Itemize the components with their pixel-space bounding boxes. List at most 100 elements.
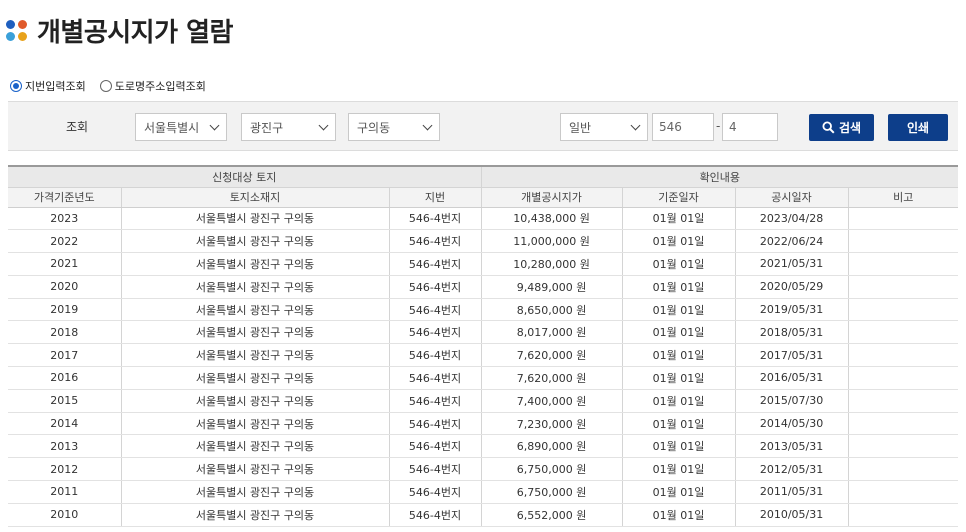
column-header-row: 가격기준년도 토지소재지 지번 개별공시지가 기준일자 공시일자 비고 <box>8 186 959 208</box>
radio-selected-icon[interactable] <box>10 80 22 92</box>
cell-base-date: 01월 01일 <box>621 343 736 368</box>
table-row: 2013 서울특별시 광진구 구의동 546-4번지 6,890,000 원 01월 0… <box>8 434 959 459</box>
cell-announce-date: 2016/05/31 <box>734 366 849 390</box>
cell-base-date: 01월 01일 <box>621 275 736 299</box>
chevron-down-icon <box>318 120 329 131</box>
cell-official-price: 10,280,000 원 <box>480 252 623 276</box>
print-button[interactable]: 인쇄 <box>888 114 948 141</box>
cell-location: 서울특별시 광진구 구의동 <box>120 298 389 322</box>
cell-lot-number: 546-4번지 <box>388 457 482 482</box>
sigungu-select-value: 광진구 <box>250 120 284 135</box>
title-dot <box>18 31 27 41</box>
radio-road-address-label: 도로명주소입력조회 <box>114 80 206 93</box>
cell-price-year: 2022 <box>8 229 121 254</box>
cell-base-date: 01월 01일 <box>621 503 736 527</box>
cell-base-date: 01월 01일 <box>621 229 736 254</box>
cell-price-year: 2016 <box>8 366 121 390</box>
group-header-confirmation: 확인내용 <box>480 165 959 187</box>
cell-announce-date: 2011/05/31 <box>734 480 849 504</box>
table-row: 2016 서울특별시 광진구 구의동 546-4번지 7,620,000 원 01월 0… <box>8 366 959 390</box>
land-type-select[interactable]: 일반 <box>560 113 648 141</box>
title-dot <box>6 19 15 29</box>
cell-base-date: 01월 01일 <box>621 412 736 436</box>
cell-remarks <box>847 298 959 322</box>
cell-official-price: 6,750,000 원 <box>480 480 623 504</box>
cell-announce-date: 2013/05/31 <box>734 434 849 459</box>
header-base-date: 기준일자 <box>621 186 736 208</box>
cell-announce-date: 2010/05/31 <box>734 503 849 527</box>
cell-lot-number: 546-4번지 <box>388 480 482 504</box>
cell-location: 서울특별시 광진구 구의동 <box>120 275 389 299</box>
cell-location: 서울특별시 광진구 구의동 <box>120 434 389 459</box>
table-body: 2023 서울특별시 광진구 구의동 546-4번지 10,438,000 원 01월 … <box>8 207 959 527</box>
title-dot <box>18 19 27 29</box>
sido-select[interactable]: 서울특별시 <box>135 113 227 141</box>
cell-announce-date: 2021/05/31 <box>734 252 849 276</box>
cell-base-date: 01월 01일 <box>621 389 736 413</box>
cell-official-price: 7,620,000 원 <box>480 343 623 368</box>
radio-road-address[interactable]: 도로명주소입력조회 <box>99 78 206 94</box>
title-dot <box>6 31 15 41</box>
cell-price-year: 2019 <box>8 298 121 322</box>
header-announce-date: 공시일자 <box>734 186 849 208</box>
cell-official-price: 10,438,000 원 <box>480 207 623 231</box>
radio-jibun[interactable]: 지번입력조회 <box>10 78 86 94</box>
bubun-input[interactable]: 4 <box>722 113 778 141</box>
cell-base-date: 01월 01일 <box>621 457 736 482</box>
cell-official-price: 7,620,000 원 <box>480 366 623 390</box>
cell-remarks <box>847 275 959 299</box>
cell-announce-date: 2020/05/29 <box>734 275 849 299</box>
cell-base-date: 01월 01일 <box>621 207 736 231</box>
land-type-select-value: 일반 <box>569 120 592 135</box>
cell-remarks <box>847 343 959 368</box>
cell-price-year: 2012 <box>8 457 121 482</box>
cell-official-price: 8,017,000 원 <box>480 320 623 345</box>
group-header-target-land: 신청대상 토지 <box>8 165 482 187</box>
cell-announce-date: 2019/05/31 <box>734 298 849 322</box>
cell-lot-number: 546-4번지 <box>388 252 482 276</box>
cell-price-year: 2020 <box>8 275 121 299</box>
cell-lot-number: 546-4번지 <box>388 298 482 322</box>
search-icon <box>822 121 835 134</box>
header-lot-number: 지번 <box>388 186 482 208</box>
cell-official-price: 7,230,000 원 <box>480 412 623 436</box>
cell-lot-number: 546-4번지 <box>388 434 482 459</box>
cell-lot-number: 546-4번지 <box>388 412 482 436</box>
cell-remarks <box>847 389 959 413</box>
cell-price-year: 2014 <box>8 412 121 436</box>
radio-jibun-label: 지번입력조회 <box>25 80 86 93</box>
cell-lot-number: 546-4번지 <box>388 207 482 231</box>
search-button[interactable]: 검색 <box>809 114 874 141</box>
bonbun-input[interactable]: 546 <box>652 113 714 141</box>
dong-select[interactable]: 구의동 <box>348 113 440 141</box>
bonbun-bubun-separator: - <box>716 119 721 133</box>
cell-official-price: 6,890,000 원 <box>480 434 623 459</box>
cell-location: 서울특별시 광진구 구의동 <box>120 207 389 231</box>
cell-announce-date: 2018/05/31 <box>734 320 849 345</box>
cell-official-price: 11,000,000 원 <box>480 229 623 254</box>
cell-lot-number: 546-4번지 <box>388 320 482 345</box>
table-row: 2011 서울특별시 광진구 구의동 546-4번지 6,750,000 원 01월 0… <box>8 480 959 504</box>
print-button-label: 인쇄 <box>906 121 930 135</box>
header-official-price: 개별공시지가 <box>480 186 623 208</box>
radio-unselected-icon[interactable] <box>99 80 112 92</box>
cell-location: 서울특별시 광진구 구의동 <box>120 229 389 254</box>
cell-announce-date: 2017/05/31 <box>734 343 849 368</box>
cell-location: 서울특별시 광진구 구의동 <box>120 503 389 527</box>
cell-price-year: 2018 <box>8 320 121 345</box>
table-row: 2023 서울특별시 광진구 구의동 546-4번지 10,438,000 원 01월 … <box>8 207 959 231</box>
cell-location: 서울특별시 광진구 구의동 <box>120 389 389 413</box>
sigungu-select[interactable]: 광진구 <box>241 113 336 141</box>
table-row: 2021 서울특별시 광진구 구의동 546-4번지 10,280,000 원 01월 … <box>8 252 959 276</box>
cell-location: 서울특별시 광진구 구의동 <box>120 412 389 436</box>
cell-location: 서울특별시 광진구 구의동 <box>120 480 389 504</box>
cell-location: 서울특별시 광진구 구의동 <box>120 343 389 368</box>
cell-base-date: 01월 01일 <box>621 298 736 322</box>
cell-remarks <box>847 366 959 390</box>
cell-remarks <box>847 434 959 459</box>
title-dots-icon <box>6 19 27 41</box>
cell-base-date: 01월 01일 <box>621 366 736 390</box>
cell-remarks <box>847 412 959 436</box>
cell-price-year: 2013 <box>8 434 121 459</box>
table-row: 2018 서울특별시 광진구 구의동 546-4번지 8,017,000 원 01월 0… <box>8 320 959 345</box>
